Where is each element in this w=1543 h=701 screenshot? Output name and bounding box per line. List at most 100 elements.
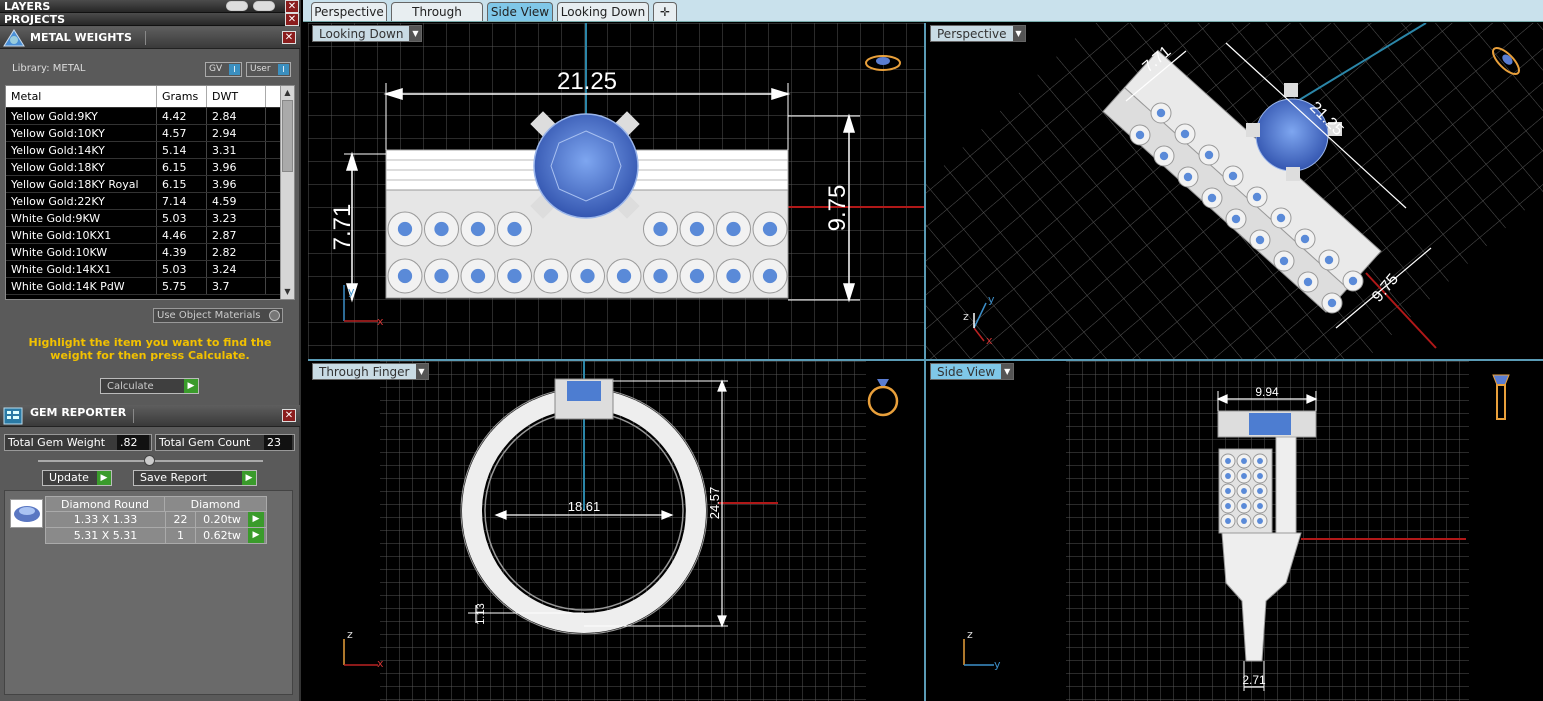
- table-row[interactable]: White Gold:10KX1 4.46 2.87: [6, 227, 294, 244]
- metal-name-cell: White Gold:14K PdW: [6, 278, 157, 294]
- grams-cell: 4.42: [157, 108, 207, 124]
- accent-stone-gem: [543, 268, 559, 284]
- tab-looking-down[interactable]: Looking Down: [557, 2, 649, 21]
- table-row[interactable]: Yellow Gold:10KY 4.57 2.94: [6, 125, 294, 142]
- axis-label-x: x: [377, 657, 384, 670]
- viewport-divider[interactable]: [308, 359, 1543, 361]
- tab-label: Looking Down: [560, 5, 646, 19]
- accent-stone-gem: [616, 268, 632, 284]
- table-row[interactable]: White Gold:10KW 4.39 2.82: [6, 244, 294, 261]
- gem-table: Diamond Round Diamond 1.33 X 1.33 22 0.20t…: [45, 496, 267, 544]
- eye-icon[interactable]: [253, 1, 275, 11]
- perspective-canvas: 7.71 21.25 9.75 y z x: [926, 23, 1543, 359]
- scroll-up-icon[interactable]: ▲: [281, 86, 294, 100]
- table-row[interactable]: Yellow Gold:18KY Royal 6.15 3.96: [6, 176, 294, 193]
- axis-label-z: z: [963, 310, 969, 323]
- accent-stone-gem: [434, 221, 449, 237]
- viewport-label-text: Through Finger: [319, 365, 410, 379]
- checkbox-icon[interactable]: [269, 310, 280, 321]
- dwt-cell: 3.7: [207, 278, 266, 294]
- metal-table-header: Metal Grams DWT: [6, 86, 294, 108]
- layers-header[interactable]: LAYERS ✕: [0, 0, 300, 13]
- projects-header[interactable]: PROJECTS ✕: [0, 13, 300, 26]
- gem-row[interactable]: 1.33 X 1.33 22 0.20tw ▶: [45, 512, 267, 528]
- scroll-thumb[interactable]: [282, 100, 293, 172]
- viewport-through-finger[interactable]: 18.61 24.57 1.13 z x Through Finger ▼: [308, 361, 924, 701]
- gem-header-type: Diamond: [190, 498, 241, 511]
- table-row[interactable]: White Gold:14KX1 5.03 3.24: [6, 261, 294, 278]
- calculate-button[interactable]: Calculate ▶: [100, 378, 199, 394]
- play-icon[interactable]: ▶: [248, 512, 264, 527]
- update-button[interactable]: Update ▶: [42, 470, 112, 486]
- tab-label: Side View: [490, 5, 550, 19]
- viewport-label-perspective[interactable]: Perspective ▼: [930, 25, 1026, 42]
- viewport-looking-down[interactable]: 21.25 9.75 7.71 y x Looking Down ▼: [308, 23, 924, 359]
- metal-table-scrollbar[interactable]: ▲ ▼: [280, 86, 294, 299]
- viewport-side-view[interactable]: 9.94 2.71 z y Side View ▼: [926, 361, 1543, 701]
- gem-row[interactable]: 5.31 X 5.31 1 0.62tw ▶: [45, 528, 267, 544]
- axis-gizmo: z x: [343, 628, 384, 670]
- table-row[interactable]: Yellow Gold:22KY 7.14 4.59: [6, 193, 294, 210]
- table-row[interactable]: White Gold:14K PdW 5.75 3.7: [6, 278, 294, 295]
- projects-title: PROJECTS: [4, 13, 65, 26]
- gem-slider[interactable]: [38, 455, 263, 466]
- axis-label-y: y: [348, 285, 355, 298]
- column-header-grams[interactable]: Grams: [157, 86, 207, 107]
- accent-stone-gem: [1207, 193, 1217, 203]
- accent-stone-gem: [1231, 214, 1241, 224]
- grams-cell: 5.03: [157, 261, 207, 277]
- metal-name-cell: Yellow Gold:18KY Royal: [6, 176, 157, 192]
- axis-label-z: z: [967, 628, 973, 641]
- close-icon[interactable]: ✕: [285, 0, 299, 13]
- accent-stone-gem: [1156, 108, 1166, 118]
- accent-stone-gem: [1303, 277, 1313, 287]
- total-gem-count-value: 23: [264, 435, 292, 450]
- table-row[interactable]: Yellow Gold:18KY 6.15 3.96: [6, 159, 294, 176]
- view-cube-icon[interactable]: [1492, 374, 1510, 420]
- eye-icon[interactable]: [226, 1, 248, 11]
- tab-perspective[interactable]: Perspective: [311, 2, 387, 21]
- viewport-perspective[interactable]: 7.71 21.25 9.75 y z x Perspective ▼: [926, 23, 1543, 359]
- close-icon[interactable]: ✕: [282, 409, 296, 422]
- slider-handle[interactable]: [144, 455, 155, 466]
- viewport-label-looking-down[interactable]: Looking Down ▼: [312, 25, 423, 42]
- diamond-thumbnail[interactable]: [10, 499, 43, 528]
- scroll-down-icon[interactable]: ▼: [281, 285, 294, 299]
- accent-stone-gem: [1241, 458, 1247, 464]
- accent-stone-gem: [1135, 130, 1145, 140]
- viewport-label-side-view[interactable]: Side View ▼: [930, 363, 1015, 380]
- close-icon[interactable]: ✕: [282, 31, 296, 44]
- add-tab-button[interactable]: ✛: [653, 2, 677, 21]
- accent-stone-gem: [1276, 213, 1286, 223]
- chevron-down-icon[interactable]: ▼: [1012, 26, 1025, 41]
- plus-icon: ✛: [659, 5, 671, 19]
- viewport-label-through-finger[interactable]: Through Finger ▼: [312, 363, 429, 380]
- chevron-down-icon[interactable]: ▼: [409, 26, 422, 41]
- dim-shank: 1.13: [475, 603, 487, 624]
- use-object-materials-checkbox[interactable]: Use Object Materials: [153, 308, 283, 323]
- tab-side-view[interactable]: Side View: [487, 2, 553, 21]
- chevron-down-icon[interactable]: ▼: [415, 364, 428, 379]
- user-toggle[interactable]: User I: [246, 62, 291, 77]
- viewport-divider[interactable]: [924, 23, 926, 701]
- column-header-dwt[interactable]: DWT: [207, 86, 266, 107]
- metal-name-cell: Yellow Gold:10KY: [6, 125, 157, 141]
- table-row[interactable]: Yellow Gold:9KY 4.42 2.84: [6, 108, 294, 125]
- dwt-cell: 3.24: [207, 261, 266, 277]
- gem-reporter-header: GEM REPORTER ✕: [0, 405, 300, 427]
- chevron-down-icon[interactable]: ▼: [1001, 364, 1014, 379]
- accent-stone-gem: [1300, 234, 1310, 244]
- save-report-button[interactable]: Save Report ▶: [133, 470, 257, 486]
- table-row[interactable]: White Gold:9KW 5.03 3.23: [6, 210, 294, 227]
- close-icon[interactable]: ✕: [285, 13, 299, 26]
- accent-stone-gem: [397, 268, 413, 284]
- accent-stone-gem: [397, 221, 413, 237]
- play-icon[interactable]: ▶: [248, 528, 264, 543]
- total-gem-weight-box: Total Gem Weight .82: [4, 434, 152, 451]
- view-cube-icon[interactable]: [867, 379, 899, 417]
- weight-hint: Highlight the item you want to find the …: [28, 336, 272, 362]
- tab-through-finger[interactable]: Through Finger: [391, 2, 483, 37]
- table-row[interactable]: Yellow Gold:14KY 5.14 3.31: [6, 142, 294, 159]
- gv-toggle[interactable]: GV I: [205, 62, 242, 77]
- column-header-metal[interactable]: Metal: [6, 86, 157, 107]
